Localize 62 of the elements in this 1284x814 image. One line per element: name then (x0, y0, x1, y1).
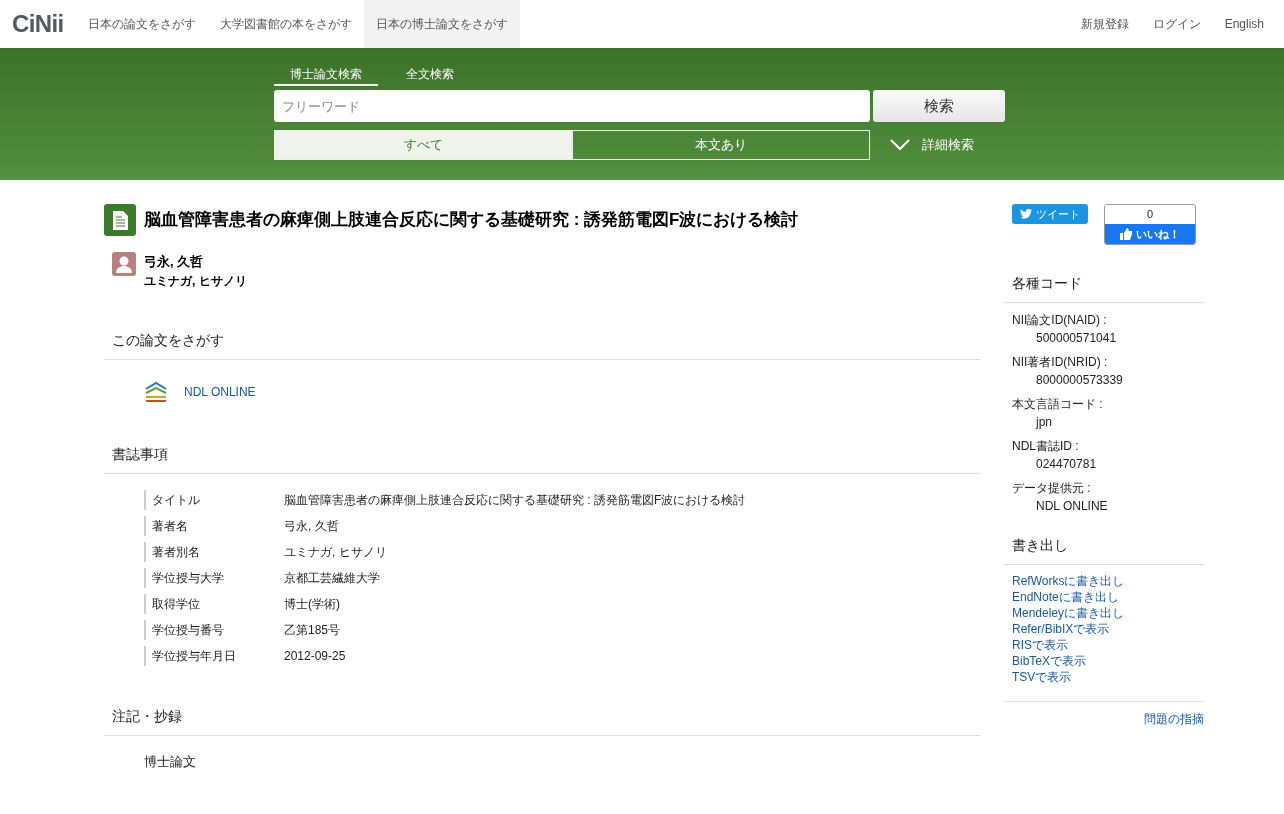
like-label: いいね！ (1136, 226, 1180, 242)
export-link[interactable]: EndNoteに書き出し (1012, 589, 1119, 605)
export-link[interactable]: RISで表示 (1012, 637, 1068, 653)
search-field[interactable]: フリーワード (274, 90, 870, 122)
field-label: 取得学位 (144, 593, 284, 614)
section-heading: 書誌事項 (104, 443, 980, 474)
code-label: NII論文ID(NAID) : (1012, 312, 1108, 329)
section-heading: この論文をさがす (104, 329, 980, 360)
nav-tab[interactable]: 日本の博士論文をさがす (363, 0, 520, 48)
author-name: 弓永, 久哲 (144, 253, 205, 271)
field-value: 2012-09-25 (284, 647, 346, 665)
sidebar-heading: 書き出し (1004, 535, 1204, 565)
header-link[interactable]: English (1224, 15, 1264, 33)
code-value: jpn (1034, 414, 1053, 431)
like-widget[interactable]: 0 いいね！ (1104, 204, 1196, 245)
article-title: 脳血管障害患者の麻痺側上肢連合反応に関する基礎研究 : 誘発筋電図F波における検討 (144, 209, 799, 232)
code-label: NII著者ID(NRID) : (1012, 354, 1109, 371)
export-link[interactable]: Refer/BibIXで表示 (1012, 621, 1110, 637)
export-link[interactable]: Mendeleyに書き出し (1012, 605, 1125, 621)
export-link[interactable]: RefWorksに書き出し (1012, 573, 1125, 589)
field-label: 学位授与番号 (144, 619, 284, 640)
code-label: NDL書誌ID : (1012, 438, 1080, 455)
field-value: 脳血管障害患者の麻痺側上肢連合反応に関する基礎研究 : 誘発筋電図F波における検討 (284, 491, 746, 509)
chevron-down-icon (890, 139, 910, 151)
author-kana: ユミナガ, ヒサノリ (144, 272, 247, 290)
search-tab[interactable]: 全文検索 (378, 64, 482, 86)
logo[interactable]: CiNii (12, 6, 64, 42)
field-label: 著者名 (144, 515, 284, 536)
code-label: データ提供元 : (1012, 480, 1092, 497)
filter-toggle[interactable]: 本文あり (572, 130, 870, 160)
search-button[interactable]: 検索 (873, 90, 1005, 122)
code-label: 本文言語コード : (1012, 396, 1104, 413)
export-link[interactable]: TSVで表示 (1012, 669, 1072, 685)
header-link[interactable]: ログイン (1152, 15, 1201, 33)
sidebar-heading: 各種コード (1004, 273, 1204, 303)
field-label: 学位授与年月日 (144, 645, 284, 666)
search-tab[interactable]: 博士論文検索 (274, 64, 378, 86)
field-label: タイトル (144, 489, 284, 510)
field-label: 著者別名 (144, 541, 284, 562)
note-text: 博士論文 (143, 752, 197, 771)
code-value: NDL ONLINE (1035, 498, 1109, 515)
field-value: ユミナガ, ヒサノリ (284, 543, 387, 561)
field-value: 博士(学術) (284, 595, 340, 613)
advanced-search-toggle[interactable]: 詳細検索 (890, 135, 974, 155)
stacked-layers-icon (144, 379, 168, 404)
field-value: 京都工芸繊維大学 (284, 569, 380, 587)
thumbs-up-icon (1120, 228, 1132, 240)
field-value: 弓永, 久哲 (284, 517, 339, 535)
ndl-link[interactable]: NDL ONLINE (184, 382, 256, 401)
document-icon (104, 204, 136, 236)
bird-icon (1020, 209, 1032, 219)
field-value: 乙第185号 (284, 621, 341, 639)
filter-toggle[interactable]: すべて (274, 130, 572, 160)
header-link[interactable]: 新規登録 (1080, 15, 1129, 33)
code-value: 8000000573339 (1035, 372, 1124, 389)
report-link[interactable]: 問題の指摘 (1144, 710, 1204, 728)
field-label: 学位授与大学 (144, 567, 284, 588)
export-link[interactable]: BibTeXで表示 (1012, 653, 1087, 669)
code-value: 024470781 (1035, 456, 1098, 473)
code-value: 500000571041 (1035, 330, 1118, 347)
person-icon (112, 252, 136, 276)
section-heading: 注記・抄録 (104, 705, 980, 736)
